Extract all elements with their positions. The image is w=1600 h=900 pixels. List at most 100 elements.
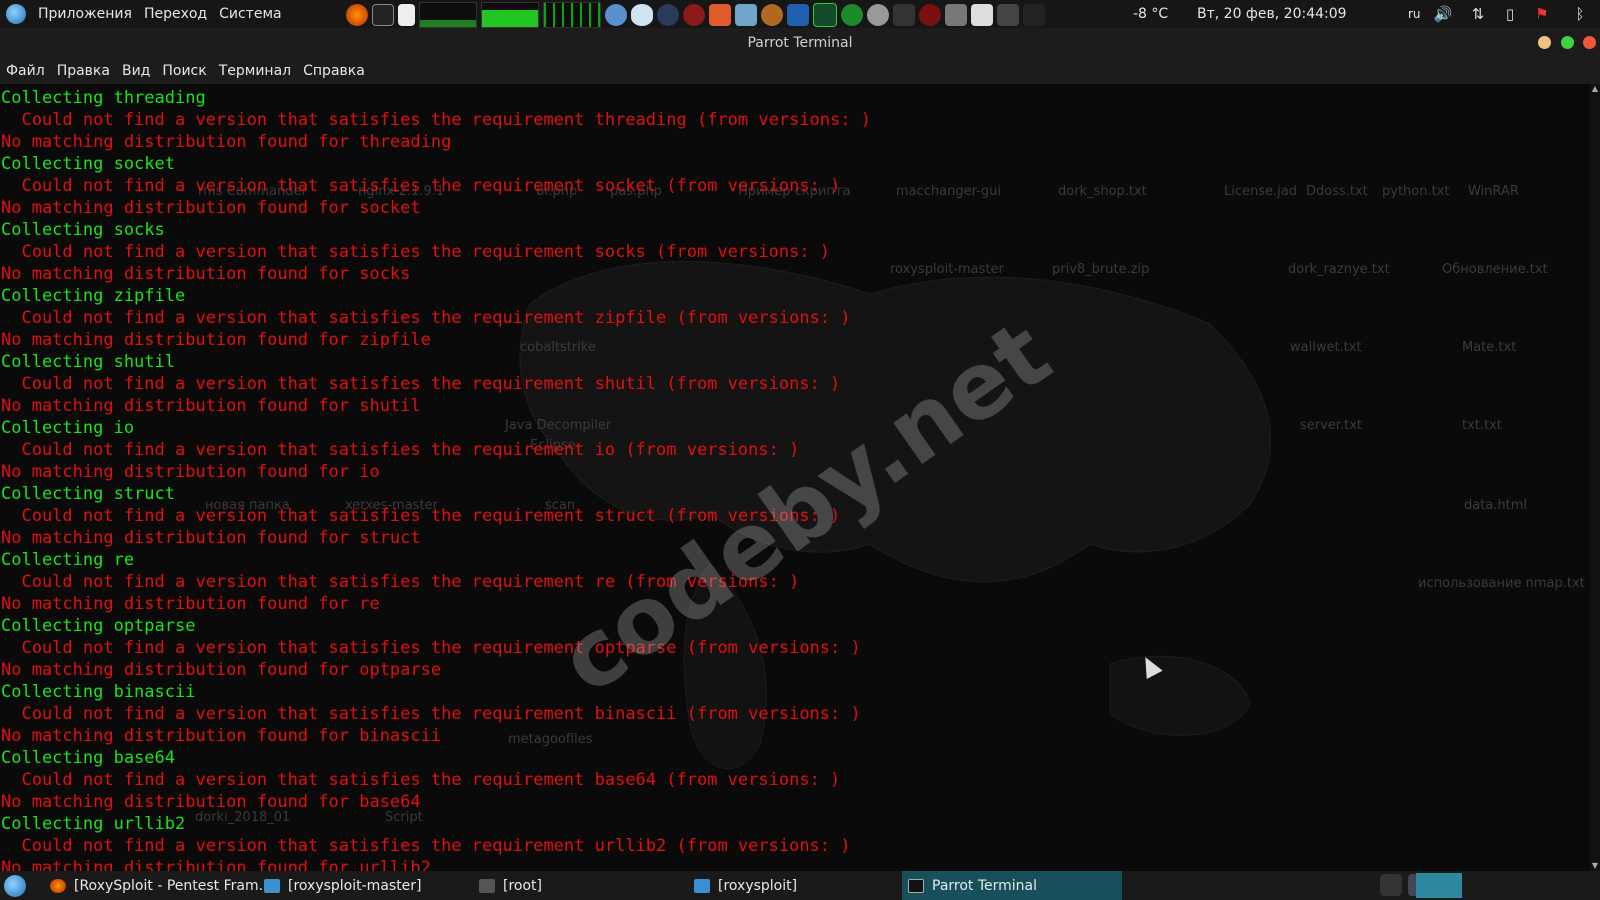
terminal-line-error: No matching distribution found for socks	[1, 264, 411, 284]
cpu-graph	[419, 2, 477, 28]
desktop-icon-label: txt.txt	[1462, 418, 1502, 433]
menu-file[interactable]: Файл	[0, 63, 51, 79]
menu-search[interactable]: Поиск	[156, 63, 212, 79]
terminal-output[interactable]: rms Commander nginx-2.1.9.1 br.php pas.php П…	[0, 84, 1590, 871]
bluetooth-icon[interactable]: ᛒ	[1570, 4, 1590, 24]
task-roxysploit-browser[interactable]: [RoxySploit - Pentest Fram...	[44, 871, 272, 900]
terminal-line-error: No matching distribution found for base6…	[1, 792, 421, 812]
task-root[interactable]: [root]	[473, 871, 679, 900]
terminal-line-error: No matching distribution found for struc…	[1, 528, 421, 548]
update-icon[interactable]: ⚑	[1532, 4, 1552, 24]
desktop-icon-label: wallwet.txt	[1290, 340, 1362, 355]
folder-icon	[694, 878, 710, 893]
terminal-line-collecting: Collecting socks	[1, 220, 165, 240]
desktop-icon-label: roxysploit-master	[890, 262, 1004, 277]
desktop-icon-label: macchanger-gui	[896, 184, 1001, 199]
hacker-icon[interactable]	[893, 4, 915, 26]
disc-icon[interactable]	[867, 4, 889, 26]
terminal-line-error: Could not find a version that satisfies …	[1, 440, 800, 460]
parrot-logo-icon[interactable]	[6, 4, 26, 24]
terminal-line-collecting: Collecting zipfile	[1, 286, 186, 306]
burp-icon[interactable]	[709, 4, 731, 26]
terminal-line-error: No matching distribution found for re	[1, 594, 380, 614]
terminal-scrollbar[interactable]: ▲ ▼	[1590, 84, 1600, 871]
terminal-line-collecting: Collecting io	[1, 418, 135, 438]
terminal-line-error: No matching distribution found for optpa…	[1, 660, 442, 680]
task-parrot-terminal[interactable]: Parrot Terminal	[902, 871, 1122, 900]
task-label: Parrot Terminal	[932, 877, 1038, 894]
task-roxysploit-master[interactable]: [roxysploit-master]	[258, 871, 464, 900]
network-icon[interactable]: ⇅	[1468, 4, 1488, 24]
eye-icon[interactable]	[631, 4, 653, 26]
target-icon[interactable]	[683, 4, 705, 26]
desktop-icon-label: использование nmap.txt	[1418, 576, 1585, 591]
task-label: [RoxySploit - Pentest Fram...	[74, 877, 272, 894]
workspace-switcher-icon[interactable]	[1380, 874, 1402, 896]
workspace-1[interactable]	[1416, 873, 1462, 898]
mask-icon[interactable]	[971, 4, 993, 26]
menu-applications[interactable]: Приложения	[32, 6, 138, 22]
close-button[interactable]	[1583, 36, 1596, 49]
battery-icon[interactable]: ▯	[1500, 4, 1520, 24]
menu-terminal[interactable]: Терминал	[213, 63, 297, 79]
terminal-line-collecting: Collecting struct	[1, 484, 175, 504]
maltego-icon[interactable]	[787, 4, 809, 26]
scroll-down-icon[interactable]: ▼	[1590, 861, 1600, 871]
desktop-icon-label: Ddoss.txt	[1306, 184, 1368, 199]
terminal-icon	[908, 878, 924, 893]
task-roxysploit[interactable]: [roxysploit]	[688, 871, 894, 900]
terminal-line-error: No matching distribution found for zipfi…	[1, 330, 431, 350]
task-label: [roxysploit-master]	[288, 877, 422, 894]
menu-view[interactable]: Вид	[116, 63, 156, 79]
terminal-line-error: Could not find a version that satisfies …	[1, 176, 841, 196]
scroll-up-icon[interactable]: ▲	[1590, 84, 1600, 94]
cookie-icon[interactable]	[761, 4, 783, 26]
user-icon[interactable]	[997, 4, 1019, 26]
desktop-icon-label: License.jad	[1224, 184, 1297, 199]
window-title: Parrot Terminal	[747, 35, 853, 51]
clock[interactable]: Вт, 20 фев, 20:44:09	[1197, 0, 1347, 28]
monitor-icon[interactable]	[813, 3, 837, 27]
terminal-line-error: Could not find a version that satisfies …	[1, 110, 871, 130]
spy-icon[interactable]	[1023, 4, 1045, 26]
terminal-line-error: Could not find a version that satisfies …	[1, 704, 861, 724]
menu-places[interactable]: Переход	[138, 6, 213, 22]
minimize-button[interactable]	[1538, 36, 1551, 49]
bolt-icon[interactable]	[841, 4, 863, 26]
terminal-line-error: Could not find a version that satisfies …	[1, 374, 841, 394]
terminal-line-error: Could not find a version that satisfies …	[1, 308, 851, 328]
document-icon[interactable]	[398, 4, 415, 26]
terminal-line-collecting: Collecting optparse	[1, 616, 196, 636]
weather-indicator[interactable]: -8 °C	[1133, 0, 1168, 28]
parrot-menu-icon[interactable]	[4, 875, 26, 897]
desktop-icon-label: dork_shop.txt	[1058, 184, 1147, 199]
radar-icon[interactable]	[919, 4, 941, 26]
tool-icon[interactable]	[657, 4, 679, 26]
window-titlebar[interactable]: Parrot Terminal	[0, 28, 1600, 58]
task-label: [root]	[503, 877, 542, 894]
home-icon	[479, 878, 495, 893]
terminal-line-error: Could not find a version that satisfies …	[1, 506, 841, 526]
desktop-icon-label: WinRAR	[1468, 184, 1519, 199]
terminal-line-error: No matching distribution found for socke…	[1, 198, 421, 218]
volume-icon[interactable]: 🔊	[1433, 4, 1453, 24]
firefox-icon[interactable]	[346, 4, 368, 26]
menu-help[interactable]: Справка	[297, 63, 371, 79]
desktop-icon-label: dork_raznye.txt	[1288, 262, 1390, 277]
task-label: [roxysploit]	[718, 877, 798, 894]
memory-graph	[481, 2, 539, 28]
mouse-cursor-icon	[1137, 652, 1163, 680]
keyboard-layout[interactable]: ru	[1408, 0, 1421, 28]
terminal-menubar: Файл Правка Вид Поиск Терминал Справка	[0, 58, 1600, 84]
maximize-button[interactable]	[1561, 36, 1574, 49]
menu-system[interactable]: Система	[213, 6, 287, 22]
wrench-icon[interactable]	[945, 4, 967, 26]
parrot-icon[interactable]	[605, 4, 627, 26]
anon-icon[interactable]	[735, 4, 757, 26]
folder-icon	[264, 878, 280, 893]
menu-edit[interactable]: Правка	[51, 63, 116, 79]
terminal-icon[interactable]	[372, 4, 394, 26]
terminal-line-error: Could not find a version that satisfies …	[1, 242, 831, 262]
terminal-line-collecting: Collecting re	[1, 550, 135, 570]
terminal-line-error: Could not find a version that satisfies …	[1, 770, 841, 790]
